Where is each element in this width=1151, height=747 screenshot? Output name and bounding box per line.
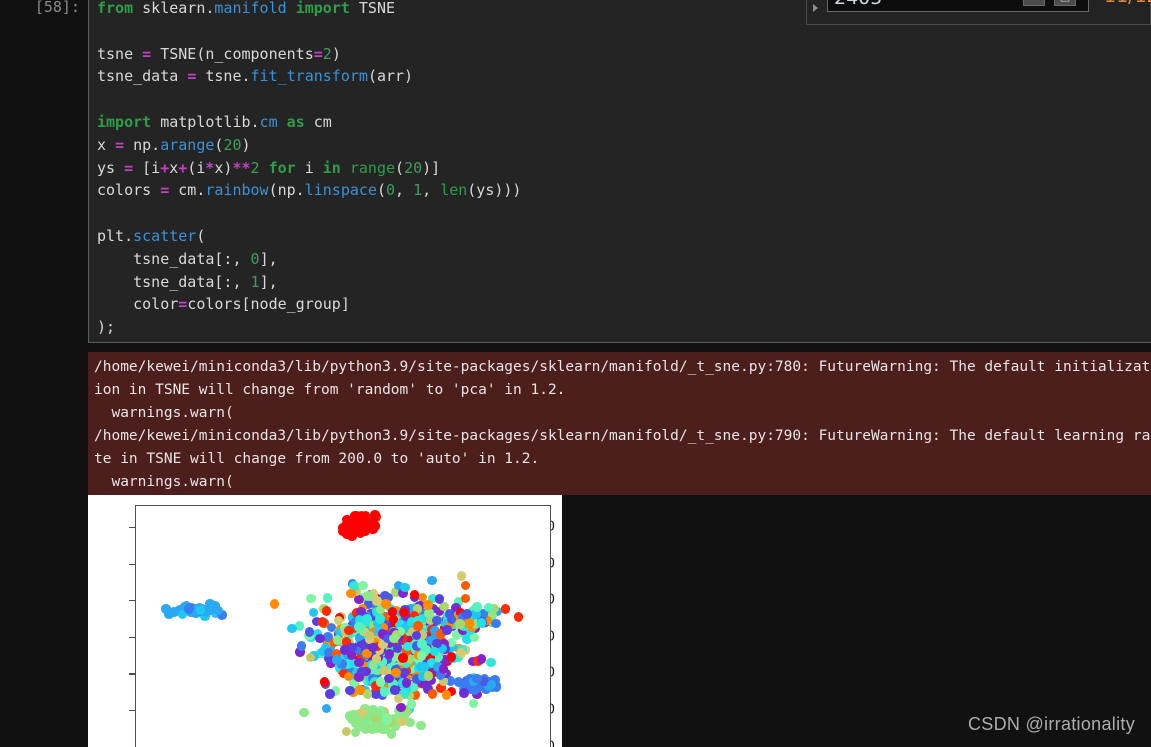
scatter-point xyxy=(384,649,395,659)
scatter-point xyxy=(287,623,297,634)
ime-page-indicator: 11/12 xyxy=(1104,0,1151,9)
scatter-point xyxy=(305,652,316,663)
scatter-point xyxy=(423,600,433,610)
scatter-point xyxy=(391,667,401,678)
scatter-point xyxy=(393,693,404,704)
scatter-point xyxy=(386,729,397,739)
scatter-point xyxy=(406,699,417,709)
scatter-point xyxy=(491,618,501,629)
scatter-point xyxy=(164,609,174,619)
scatter-point xyxy=(400,582,410,593)
scatter-point xyxy=(184,604,194,614)
scatter-point xyxy=(354,657,364,668)
scatter-point xyxy=(486,657,496,668)
scatter-point xyxy=(382,715,392,725)
scatter-point xyxy=(321,606,332,616)
scatter-point xyxy=(339,645,350,655)
scatter-plot-axes xyxy=(135,505,551,747)
scatter-point xyxy=(308,607,319,618)
scatter-point xyxy=(332,655,342,665)
scatter-point xyxy=(368,642,378,653)
scatter-point xyxy=(358,580,368,591)
scatter-point xyxy=(375,677,386,687)
scatter-point xyxy=(357,666,367,677)
scatter-point xyxy=(468,698,479,709)
scatter-point xyxy=(341,726,352,737)
scatter-point xyxy=(381,599,391,609)
scatter-point xyxy=(362,614,372,624)
scatter-point xyxy=(322,593,333,603)
ime-candidate-panel[interactable]: 2405 A ▤ 11/12 xyxy=(806,0,1151,25)
screen-root: [58]: from sklearn.manifold import TSNE … xyxy=(0,0,1151,747)
scatter-point xyxy=(346,588,356,599)
scatter-point xyxy=(460,593,471,604)
scatter-point xyxy=(427,575,437,586)
scatter-point xyxy=(344,625,354,636)
scatter-point xyxy=(476,654,487,664)
scatter-point xyxy=(355,685,365,695)
scatter-point xyxy=(325,689,335,699)
scatter-point xyxy=(438,664,449,674)
scatter-point xyxy=(441,690,452,700)
scatter-point xyxy=(299,707,309,718)
scatter-point xyxy=(396,702,406,713)
chevron-right-icon[interactable] xyxy=(813,4,818,12)
scatter-point xyxy=(354,622,364,632)
scatter-point xyxy=(434,594,445,604)
scatter-point xyxy=(369,723,379,733)
scatter-point xyxy=(460,580,471,591)
scatter-point xyxy=(269,599,280,609)
scatter-point xyxy=(296,641,307,651)
scatter-point xyxy=(472,673,482,684)
scatter-point xyxy=(476,618,487,628)
scatter-point xyxy=(513,612,524,622)
scatter-point xyxy=(319,677,330,687)
scatter-point xyxy=(472,602,482,612)
scatter-point xyxy=(446,652,457,662)
ime-input-field[interactable]: 2405 xyxy=(827,0,1089,12)
scatter-point xyxy=(424,608,434,618)
cell-prompt-label: [58]: xyxy=(0,0,88,344)
scatter-point xyxy=(456,648,467,658)
scatter-point xyxy=(195,605,206,615)
scatter-point xyxy=(379,687,390,697)
scatter-point xyxy=(444,609,455,619)
scatter-point xyxy=(455,619,465,629)
scatter-point xyxy=(423,671,434,681)
scatter-point xyxy=(427,689,438,699)
scatter-point xyxy=(315,633,325,644)
scatter-point xyxy=(207,604,217,615)
watermark-text: CSDN @irrationality xyxy=(967,714,1135,734)
scatter-point xyxy=(464,618,474,628)
code-editor[interactable]: from sklearn.manifold import TSNE tsne =… xyxy=(88,0,1151,343)
notebook-code-cell: [58]: from sklearn.manifold import TSNE … xyxy=(0,0,1151,344)
font-size-icon[interactable]: A xyxy=(1023,0,1045,6)
ime-mode-icon[interactable]: ▤ xyxy=(1054,0,1076,6)
scatter-point xyxy=(306,593,316,604)
scatter-point xyxy=(442,625,452,635)
scatter-point xyxy=(456,571,467,581)
stderr-output: /home/kewei/miniconda3/lib/python3.9/sit… xyxy=(88,352,1151,495)
scatter-point xyxy=(462,609,472,619)
matplotlib-figure: 6040200−20−40−60 xyxy=(88,495,562,747)
scatter-point xyxy=(321,703,331,714)
scatter-point xyxy=(416,720,426,731)
scatter-point xyxy=(389,633,399,644)
code-source[interactable]: from sklearn.manifold import TSNE tsne =… xyxy=(97,0,1151,339)
scatter-point xyxy=(500,604,511,614)
scatter-point xyxy=(375,614,385,624)
scatter-point xyxy=(459,688,469,698)
scatter-point xyxy=(417,639,427,649)
scatter-point xyxy=(398,653,408,663)
scatter-point xyxy=(399,607,409,618)
